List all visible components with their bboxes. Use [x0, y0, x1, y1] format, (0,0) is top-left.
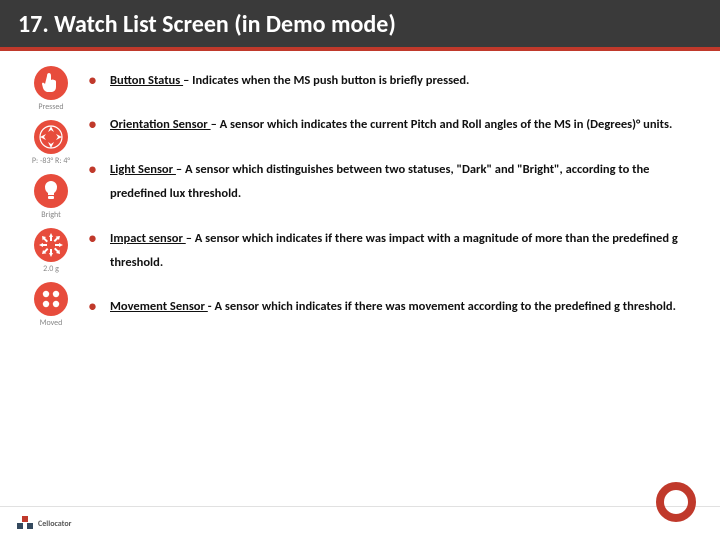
bullet-item: • Button Status – Indicates when the MS … — [88, 69, 696, 93]
bullet-item: • Light Sensor – A sensor which distingu… — [88, 158, 696, 207]
logo: Cellocator — [16, 515, 72, 533]
bullet-marker: • — [88, 113, 110, 137]
bullet-rest: – A sensor which indicates if there was … — [110, 231, 678, 270]
slide-header: 17. Watch List Screen (in Demo mode) — [0, 0, 720, 51]
bullet-marker: • — [88, 158, 110, 207]
compass-icon — [33, 119, 69, 155]
sensor-icon-column: Pressed P: -83° R: 4° Bright — [28, 65, 74, 340]
decorative-ring-icon — [656, 482, 696, 522]
footer: Cellocator — [0, 506, 720, 540]
logo-text: Cellocator — [38, 519, 72, 529]
sensor-impact: 2.0 g — [28, 227, 74, 273]
bullet-text: Impact sensor – A sensor which indicates… — [110, 227, 696, 276]
sensor-light-label: Bright — [28, 211, 74, 219]
sensor-movement: Moved — [28, 281, 74, 327]
bullet-rest: – A sensor which indicates the current P… — [211, 117, 673, 132]
bullet-title: Light Sensor — [110, 162, 176, 177]
bullet-title: Impact sensor — [110, 231, 186, 246]
bullet-text: Button Status – Indicates when the MS pu… — [110, 69, 696, 93]
bullet-item: • Impact sensor – A sensor which indicat… — [88, 227, 696, 276]
bullet-rest: – Indicates when the MS push button is b… — [183, 73, 469, 88]
sensor-light: Bright — [28, 173, 74, 219]
bullet-title: Button Status — [110, 73, 183, 88]
bullet-text: Orientation Sensor – A sensor which indi… — [110, 113, 696, 137]
bullet-marker: • — [88, 295, 110, 319]
bullet-item: • Movement Sensor - A sensor which indic… — [88, 295, 696, 319]
bullet-text: Movement Sensor - A sensor which indicat… — [110, 295, 696, 319]
sensor-movement-label: Moved — [28, 319, 74, 327]
sensor-impact-label: 2.0 g — [28, 265, 74, 273]
bullet-rest: - A sensor which indicates if there was … — [208, 299, 676, 314]
bullet-title: Orientation Sensor — [110, 117, 211, 132]
impact-arrows-icon — [33, 227, 69, 263]
sensor-button: Pressed — [28, 65, 74, 111]
sensor-orientation-label: P: -83° R: 4° — [28, 157, 74, 165]
movement-icon — [33, 281, 69, 317]
bullet-marker: • — [88, 227, 110, 276]
bullet-marker: • — [88, 69, 110, 93]
bullet-item: • Orientation Sensor – A sensor which in… — [88, 113, 696, 137]
hand-press-icon — [33, 65, 69, 101]
body-area: Pressed P: -83° R: 4° Bright — [0, 51, 720, 340]
logo-icon — [16, 515, 34, 533]
bullet-text: Light Sensor – A sensor which distinguis… — [110, 158, 696, 207]
bullet-list: • Button Status – Indicates when the MS … — [88, 65, 720, 340]
sensor-button-label: Pressed — [28, 103, 74, 111]
bulb-icon — [33, 173, 69, 209]
sensor-orientation: P: -83° R: 4° — [28, 119, 74, 165]
bullet-title: Movement Sensor — [110, 299, 208, 314]
bullet-rest: – A sensor which distinguishes between t… — [110, 162, 649, 201]
slide-title: 17. Watch List Screen (in Demo mode) — [18, 10, 702, 39]
